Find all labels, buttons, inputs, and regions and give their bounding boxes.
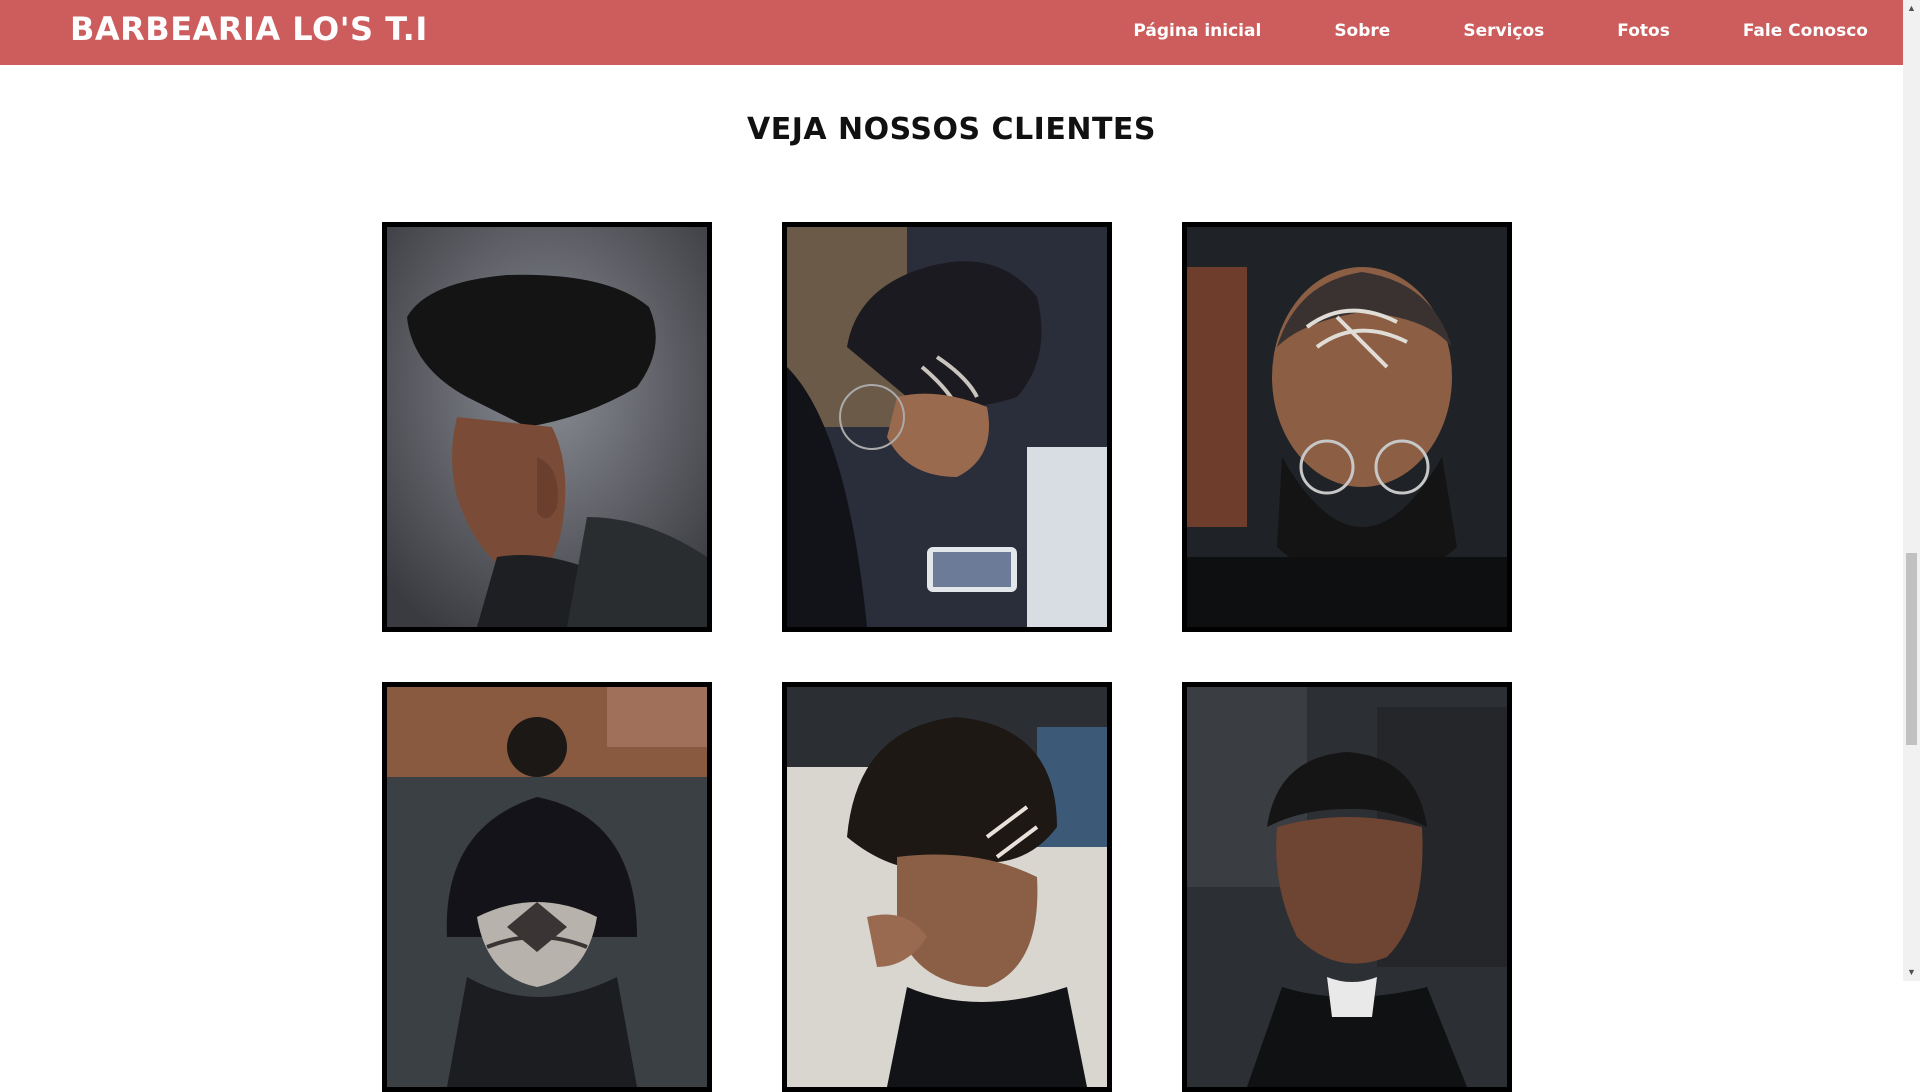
page-scrollbar[interactable]: ▲ ▼: [1903, 0, 1920, 981]
client-photo-undercut-bun-design[interactable]: [382, 682, 712, 1092]
nav-link-contact[interactable]: Fale Conosco: [1743, 21, 1868, 41]
brand-logo-text[interactable]: BARBEARIA LO'S T.I: [70, 10, 428, 48]
client-photo-high-top-fade[interactable]: [382, 222, 712, 632]
nav-link-about[interactable]: Sobre: [1334, 21, 1390, 41]
client-gallery: [382, 222, 1512, 1092]
client-photo-bald-fade-line-design-beard[interactable]: [1182, 222, 1512, 632]
client-photo-curly-top-fade-design[interactable]: [782, 682, 1112, 1092]
nav-link-home[interactable]: Página inicial: [1133, 21, 1261, 41]
gallery-title: VEJA NOSSOS CLIENTES: [746, 112, 1157, 147]
scroll-down-arrow-icon[interactable]: ▼: [1903, 964, 1920, 981]
nav-link-services[interactable]: Serviços: [1463, 21, 1544, 41]
scrollbar-thumb[interactable]: [1906, 553, 1917, 745]
top-navbar: BARBEARIA LO'S T.I Página inicial Sobre …: [0, 0, 1903, 65]
client-photo-curly-bun-hair-design[interactable]: [782, 222, 1112, 632]
nav-link-photos[interactable]: Fotos: [1617, 21, 1670, 41]
main-nav: Página inicial Sobre Serviços Fotos Fale…: [1060, 21, 1868, 41]
scroll-up-arrow-icon[interactable]: ▲: [1903, 0, 1920, 17]
client-photo-short-fade[interactable]: [1182, 682, 1512, 1092]
